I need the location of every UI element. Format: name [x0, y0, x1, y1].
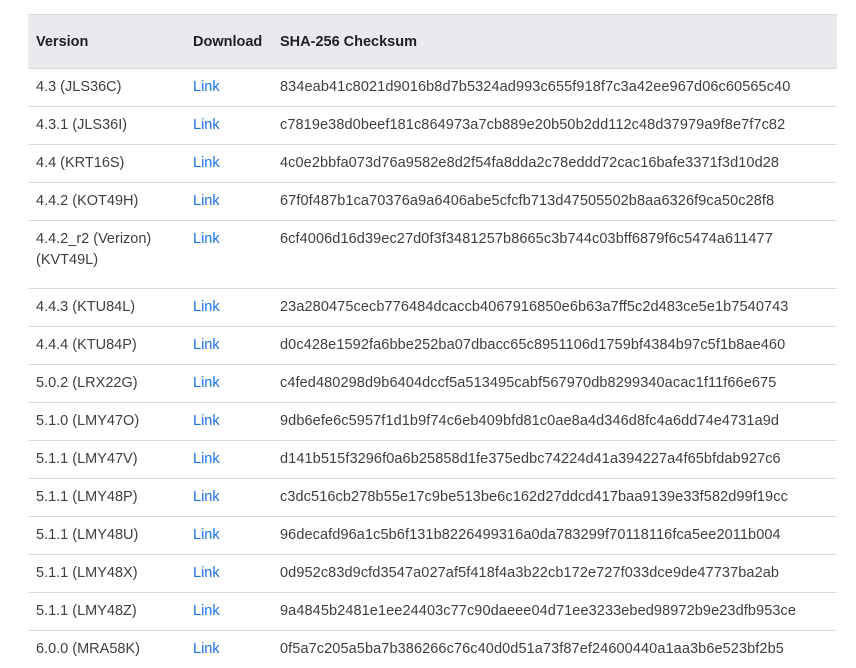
version-cell: 4.4.3 (KTU84L) — [28, 289, 185, 327]
download-link[interactable]: Link — [193, 117, 220, 133]
download-link[interactable]: Link — [193, 603, 220, 619]
table-row: 5.1.1 (LMY48X) Link 0d952c83d9cfd3547a02… — [28, 555, 837, 593]
version-cell: 5.1.1 (LMY48X) — [28, 555, 185, 593]
download-link[interactable]: Link — [193, 231, 220, 247]
download-link[interactable]: Link — [193, 79, 220, 95]
table-header-row: Version Download SHA-256 Checksum — [28, 15, 837, 69]
table-row: 6.0.0 (MRA58K) Link 0f5a7c205a5ba7b38626… — [28, 631, 837, 668]
version-cell: 5.1.1 (LMY48Z) — [28, 593, 185, 631]
header-version: Version — [28, 15, 185, 69]
header-download: Download — [185, 15, 272, 69]
checksum-cell: 6cf4006d16d39ec27d0f3f3481257b8665c3b744… — [272, 221, 837, 289]
checksum-cell: d0c428e1592fa6bbe252ba07dbacc65c8951106d… — [272, 327, 837, 365]
download-link[interactable]: Link — [193, 193, 220, 209]
download-link[interactable]: Link — [193, 641, 220, 657]
download-link[interactable]: Link — [193, 337, 220, 353]
checksum-cell: 96decafd96a1c5b6f131b8226499316a0da78329… — [272, 517, 837, 555]
version-cell: 4.4.2_r2 (Verizon) (KVT49L) — [28, 221, 185, 289]
checksum-cell: 0f5a7c205a5ba7b386266c76c40d0d51a73f87ef… — [272, 631, 837, 668]
version-cell: 5.1.1 (LMY48U) — [28, 517, 185, 555]
checksum-cell: c3dc516cb278b55e17c9be513be6c162d27ddcd4… — [272, 479, 837, 517]
checksum-cell: 4c0e2bbfa073d76a9582e8d2f54fa8dda2c78edd… — [272, 145, 837, 183]
checksum-cell: 23a280475cecb776484dcaccb4067916850e6b63… — [272, 289, 837, 327]
version-cell: 5.1.0 (LMY47O) — [28, 403, 185, 441]
table-row: 5.1.1 (LMY48Z) Link 9a4845b2481e1ee24403… — [28, 593, 837, 631]
version-cell: 5.0.2 (LRX22G) — [28, 365, 185, 403]
checksum-cell: 0d952c83d9cfd3547a027af5f418f4a3b22cb172… — [272, 555, 837, 593]
version-cell: 4.4.4 (KTU84P) — [28, 327, 185, 365]
version-cell: 4.4.2 (KOT49H) — [28, 183, 185, 221]
download-link[interactable]: Link — [193, 565, 220, 581]
table-row: 4.3 (JLS36C) Link 834eab41c8021d9016b8d7… — [28, 69, 837, 107]
download-link[interactable]: Link — [193, 413, 220, 429]
version-cell: 5.1.1 (LMY47V) — [28, 441, 185, 479]
checksum-cell: c4fed480298d9b6404dccf5a513495cabf567970… — [272, 365, 837, 403]
factory-images-table-container: Version Download SHA-256 Checksum 4.3 (J… — [28, 14, 837, 668]
version-cell: 4.4 (KRT16S) — [28, 145, 185, 183]
table-row: 5.0.2 (LRX22G) Link c4fed480298d9b6404dc… — [28, 365, 837, 403]
version-cell: 4.3 (JLS36C) — [28, 69, 185, 107]
table-row: 4.3.1 (JLS36I) Link c7819e38d0beef181c86… — [28, 107, 837, 145]
download-link[interactable]: Link — [193, 527, 220, 543]
checksum-cell: 834eab41c8021d9016b8d7b5324ad993c655f918… — [272, 69, 837, 107]
header-checksum: SHA-256 Checksum — [272, 15, 837, 69]
table-row: 5.1.1 (LMY48U) Link 96decafd96a1c5b6f131… — [28, 517, 837, 555]
table-row: 4.4.3 (KTU84L) Link 23a280475cecb776484d… — [28, 289, 837, 327]
factory-images-table: Version Download SHA-256 Checksum 4.3 (J… — [28, 14, 837, 668]
table-row: 5.1.1 (LMY47V) Link d141b515f3296f0a6b25… — [28, 441, 837, 479]
table-row: 4.4.2_r2 (Verizon) (KVT49L) Link 6cf4006… — [28, 221, 837, 289]
checksum-cell: 9db6efe6c5957f1d1b9f74c6eb409bfd81c0ae8a… — [272, 403, 837, 441]
download-link[interactable]: Link — [193, 299, 220, 315]
download-link[interactable]: Link — [193, 155, 220, 171]
table-row: 5.1.1 (LMY48P) Link c3dc516cb278b55e17c9… — [28, 479, 837, 517]
checksum-cell: 9a4845b2481e1ee24403c77c90daeee04d71ee32… — [272, 593, 837, 631]
version-cell: 5.1.1 (LMY48P) — [28, 479, 185, 517]
table-row: 4.4.2 (KOT49H) Link 67f0f487b1ca70376a9a… — [28, 183, 837, 221]
checksum-cell: c7819e38d0beef181c864973a7cb889e20b50b2d… — [272, 107, 837, 145]
checksum-cell: d141b515f3296f0a6b25858d1fe375edbc74224d… — [272, 441, 837, 479]
table-row: 4.4.4 (KTU84P) Link d0c428e1592fa6bbe252… — [28, 327, 837, 365]
table-row: 5.1.0 (LMY47O) Link 9db6efe6c5957f1d1b9f… — [28, 403, 837, 441]
download-link[interactable]: Link — [193, 451, 220, 467]
checksum-cell: 67f0f487b1ca70376a9a6406abe5cfcfb713d475… — [272, 183, 837, 221]
version-cell: 6.0.0 (MRA58K) — [28, 631, 185, 668]
table-row: 4.4 (KRT16S) Link 4c0e2bbfa073d76a9582e8… — [28, 145, 837, 183]
download-link[interactable]: Link — [193, 375, 220, 391]
version-cell: 4.3.1 (JLS36I) — [28, 107, 185, 145]
download-link[interactable]: Link — [193, 489, 220, 505]
